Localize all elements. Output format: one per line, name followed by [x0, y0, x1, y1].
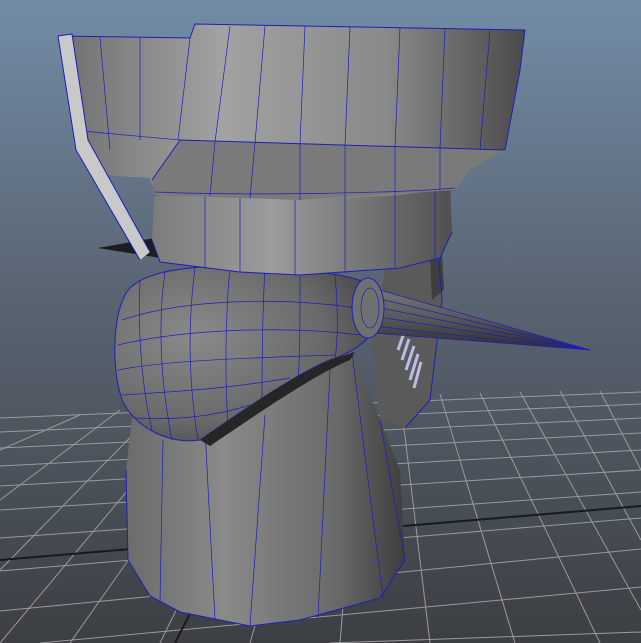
3d-viewport[interactable] — [0, 0, 641, 643]
viewport-canvas[interactable] — [0, 0, 641, 643]
